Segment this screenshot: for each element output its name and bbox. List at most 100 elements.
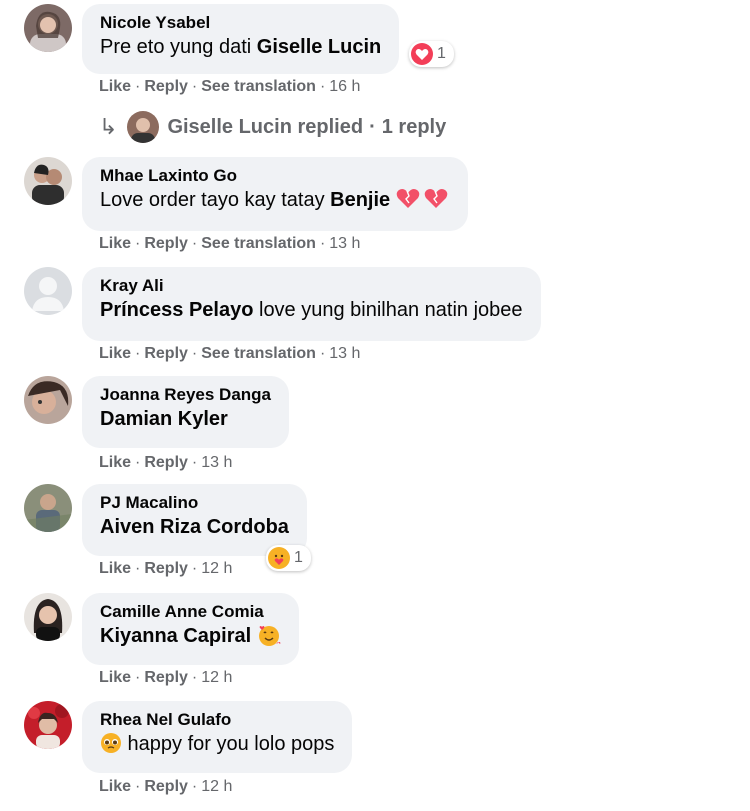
comment-author[interactable]: Joanna Reyes Danga <box>100 384 271 406</box>
mention-link[interactable]: Damian Kyler <box>100 408 228 430</box>
separator: · <box>191 345 198 362</box>
separator: · <box>135 235 141 252</box>
separator: · <box>191 669 198 686</box>
reply-button[interactable]: Reply <box>144 560 188 577</box>
comment-actions: Like · Reply · See translation · 13 h <box>99 235 360 253</box>
comment-body: happy for you lolo pops <box>122 733 335 755</box>
reply-button[interactable]: Reply <box>144 669 188 686</box>
care-reaction-icon <box>268 547 290 569</box>
separator: · <box>191 235 198 252</box>
comment-body: Love order tayo kay tatay <box>100 189 331 211</box>
comment-body: love yung binilhan natin jobee <box>253 299 523 321</box>
comment-author[interactable]: Rhea Nel Gulafo <box>100 709 334 731</box>
comment-text: Príncess Pelayo love yung binilhan natin… <box>100 297 523 323</box>
avatar[interactable] <box>24 701 72 749</box>
reply-avatar <box>127 111 160 143</box>
comment-actions: Like · Reply · 13 h <box>99 454 232 472</box>
reaction-badge[interactable]: 1 <box>266 545 311 571</box>
comment-text: Pre eto yung dati Giselle Lucin <box>100 34 381 60</box>
reply-button[interactable]: Reply <box>144 454 188 471</box>
hearts-emoji-icon <box>396 188 450 217</box>
comment-text: Damian Kyler <box>100 406 271 432</box>
comment-bubble: Rhea Nel Gulafo happy for you lolo pops <box>82 701 353 773</box>
comment-actions: Like · Reply · See translation · 16 h <box>99 78 360 96</box>
comment-timestamp[interactable]: 13 h <box>201 454 232 471</box>
comment-timestamp[interactable]: 16 h <box>329 78 360 95</box>
reaction-badge[interactable]: 1 <box>409 41 454 67</box>
separator: · <box>191 454 198 471</box>
comment-actions: Like · Reply · See translation · 13 h <box>99 345 360 363</box>
mention-link[interactable]: Benjie <box>330 189 390 211</box>
see-translation-link[interactable]: See translation <box>201 235 316 252</box>
comment-bubble: Joanna Reyes Danga Damian Kyler <box>82 376 290 448</box>
reply-count: 1 reply <box>381 115 447 138</box>
like-button[interactable]: Like <box>99 454 131 471</box>
like-button[interactable]: Like <box>99 78 131 95</box>
comment-bubble: Kray Ali Príncess Pelayo love yung binil… <box>82 267 541 341</box>
reaction-count: 1 <box>294 549 303 566</box>
separator: · <box>135 345 141 362</box>
comment-author[interactable]: Mhae Laxinto Go <box>100 165 450 187</box>
comment-timestamp[interactable]: 12 h <box>201 560 232 577</box>
separator: · <box>135 560 141 577</box>
separator: · <box>191 560 198 577</box>
separator: · <box>319 235 326 252</box>
view-replies-link[interactable]: ↳ Giselle Lucin replied · 1 reply <box>99 107 446 147</box>
comment-author[interactable]: Kray Ali <box>100 275 523 297</box>
pleading-emoji-icon <box>100 732 122 761</box>
comment-actions: Like · Reply · 12 h <box>99 778 232 796</box>
like-button[interactable]: Like <box>99 560 131 577</box>
comment-timestamp[interactable]: 13 h <box>329 345 360 362</box>
mention-link[interactable]: Príncess Pelayo <box>100 299 253 321</box>
like-button[interactable]: Like <box>99 235 131 252</box>
avatar[interactable] <box>24 593 72 641</box>
comment-text: Aiven Riza Cordoba <box>100 514 289 540</box>
separator: · <box>135 78 141 95</box>
separator: · <box>319 78 326 95</box>
see-translation-link[interactable]: See translation <box>201 345 316 362</box>
like-button[interactable]: Like <box>99 778 131 795</box>
smiling-hearts-emoji-icon <box>257 624 281 653</box>
comment-timestamp[interactable]: 13 h <box>329 235 360 252</box>
like-button[interactable]: Like <box>99 345 131 362</box>
separator: · <box>369 115 376 138</box>
separator: · <box>135 454 141 471</box>
comment-bubble: Mhae Laxinto Go Love order tayo kay tata… <box>82 157 468 231</box>
comment-bubble: Camille Anne Comia Kiyanna Capiral <box>82 593 299 665</box>
mention-link[interactable]: Kiyanna Capiral <box>100 625 251 647</box>
avatar[interactable] <box>24 267 72 315</box>
comment-timestamp[interactable]: 12 h <box>201 669 232 686</box>
reply-author-text: Giselle Lucin replied <box>167 115 364 138</box>
comment-author[interactable]: PJ Macalino <box>100 492 289 514</box>
mention-link[interactable]: Giselle Lucin <box>257 36 381 58</box>
reply-button[interactable]: Reply <box>144 78 188 95</box>
comment-body: Pre eto yung dati <box>100 36 257 58</box>
reply-arrow-icon: ↳ <box>99 114 118 139</box>
separator: · <box>319 345 326 362</box>
comment-timestamp[interactable]: 12 h <box>201 778 232 795</box>
comment-text: Kiyanna Capiral <box>100 623 281 653</box>
separator: · <box>135 669 141 686</box>
reply-button[interactable]: Reply <box>144 778 188 795</box>
comment-actions: Like · Reply · 12 h <box>99 560 232 578</box>
reply-button[interactable]: Reply <box>144 345 188 362</box>
mention-link[interactable]: Aiven Riza Cordoba <box>100 516 289 538</box>
avatar[interactable] <box>24 4 72 52</box>
comment-author[interactable]: Nicole Ysabel <box>100 12 381 34</box>
comment-author[interactable]: Camille Anne Comia <box>100 601 281 623</box>
avatar[interactable] <box>24 484 72 532</box>
separator: · <box>191 778 198 795</box>
comment-text: happy for you lolo pops <box>100 731 334 761</box>
separator: · <box>191 78 198 95</box>
comment-bubble: Nicole Ysabel Pre eto yung dati Giselle … <box>82 4 400 74</box>
avatar[interactable] <box>24 157 72 205</box>
love-reaction-icon <box>411 43 433 65</box>
reaction-count: 1 <box>437 45 446 62</box>
comment-text: Love order tayo kay tatay Benjie <box>100 187 450 217</box>
like-button[interactable]: Like <box>99 669 131 686</box>
comment-actions: Like · Reply · 12 h <box>99 669 232 687</box>
see-translation-link[interactable]: See translation <box>201 78 316 95</box>
reply-button[interactable]: Reply <box>144 235 188 252</box>
separator: · <box>135 778 141 795</box>
avatar[interactable] <box>24 376 72 424</box>
